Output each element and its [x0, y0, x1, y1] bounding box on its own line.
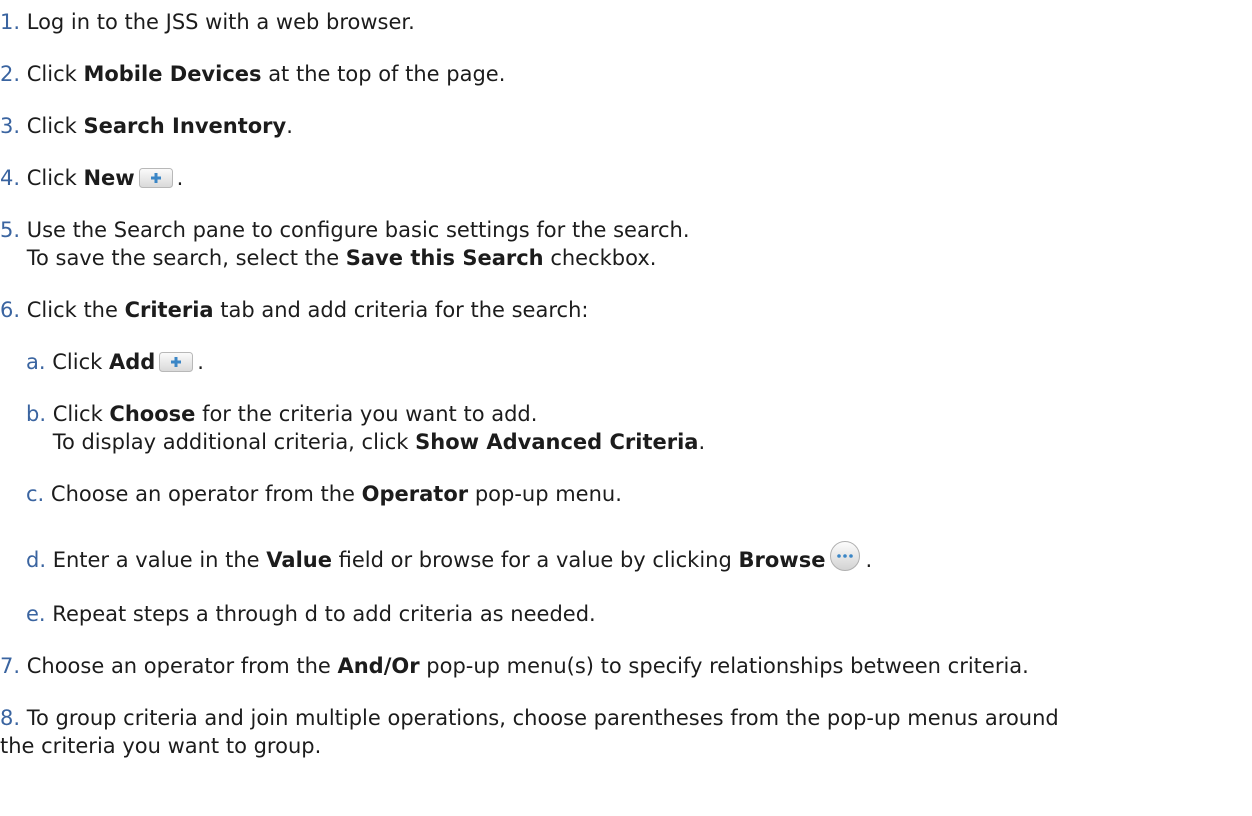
ellipsis-button-icon	[829, 540, 861, 572]
plus-button-icon	[138, 168, 173, 188]
step-text: Enter a value in the	[52, 548, 267, 572]
substep-c: c. Choose an operator from the Operator …	[26, 480, 622, 508]
step-5: 5. Use the Search pane to configure basi…	[0, 216, 690, 244]
step-text: at the top of the page.	[261, 62, 506, 86]
step-text: To group criteria and join multiple oper…	[26, 706, 1059, 730]
step-number: 8.	[0, 706, 21, 730]
step-text: field or browse for a value by clicking	[331, 548, 739, 572]
step-8-continuation: the criteria you want to group.	[0, 732, 321, 760]
step-text: tab and add criteria for the search:	[213, 298, 589, 322]
step-text: Click	[26, 166, 84, 190]
step-text: Click	[26, 62, 84, 86]
step-text: .	[197, 350, 204, 374]
step-2: 2. Click Mobile Devices at the top of th…	[0, 60, 505, 88]
step-text: Click	[26, 114, 84, 138]
step-text: checkbox.	[543, 246, 657, 270]
step-number: 7.	[0, 654, 21, 678]
step-4: 4. Click New.	[0, 164, 183, 192]
step-text: Use the Search pane to configure basic s…	[26, 218, 690, 242]
step-text: pop-up menu(s) to specify relationships …	[419, 654, 1029, 678]
step-1: 1. Log in to the JSS with a web browser.	[0, 8, 415, 36]
step-text: .	[176, 166, 184, 190]
ui-term: New	[83, 166, 135, 190]
step-6: 6. Click the Criteria tab and add criter…	[0, 296, 588, 324]
instructions-document: 1. Log in to the JSS with a web browser.…	[0, 0, 1252, 816]
substep-letter: e.	[26, 602, 46, 626]
step-text: for the criteria you want to add.	[195, 402, 538, 426]
step-text: Click	[52, 350, 109, 374]
step-text: Click the	[26, 298, 125, 322]
ui-term: Criteria	[124, 298, 214, 322]
step-text: Choose an operator from the	[50, 482, 362, 506]
step-3: 3. Click Search Inventory.	[0, 112, 293, 140]
ui-term: Browse	[738, 548, 826, 572]
step-number: 3.	[0, 114, 21, 138]
ui-term: Save this Search	[345, 246, 544, 270]
step-number: 1.	[0, 10, 21, 34]
ui-term: Mobile Devices	[83, 62, 262, 86]
substep-b-continuation: b. To display additional criteria, click…	[26, 428, 705, 456]
step-number: 6.	[0, 298, 21, 322]
ui-term: Add	[108, 350, 156, 374]
ui-term: Show Advanced Criteria	[415, 430, 699, 454]
ui-term: Choose	[109, 402, 196, 426]
substep-d: d. Enter a value in the Value field or b…	[26, 540, 872, 572]
step-text: .	[286, 114, 293, 138]
substep-letter: d.	[26, 548, 47, 572]
step-text: To display additional criteria, click	[52, 430, 416, 454]
step-text: Choose an operator from the	[26, 654, 338, 678]
step-text: To save the search, select the	[26, 246, 346, 270]
step-number: 5.	[0, 218, 21, 242]
plus-button-icon	[159, 352, 194, 372]
substep-b: b. Click Choose for the criteria you wan…	[26, 400, 537, 428]
step-text: .	[865, 548, 873, 572]
step-5-continuation: 5. To save the search, select the Save t…	[0, 244, 657, 272]
substep-a: a. Click Add.	[26, 348, 204, 376]
step-number: 4.	[0, 166, 21, 190]
step-text: the criteria you want to group.	[0, 734, 322, 758]
step-text: .	[698, 430, 706, 454]
ui-term: And/Or	[337, 654, 420, 678]
substep-letter: c.	[26, 482, 45, 506]
ui-term: Search Inventory	[83, 114, 287, 138]
step-text: Log in to the JSS with a web browser.	[26, 10, 415, 34]
step-7: 7. Choose an operator from the And/Or po…	[0, 652, 1029, 680]
step-text: Repeat steps a through d to add criteria…	[52, 602, 596, 626]
step-text: pop-up menu.	[468, 482, 622, 506]
step-8: 8. To group criteria and join multiple o…	[0, 704, 1059, 732]
step-text: Click	[52, 402, 110, 426]
substep-letter: a.	[26, 350, 46, 374]
substep-e: e. Repeat steps a through d to add crite…	[26, 600, 596, 628]
ui-term: Operator	[361, 482, 469, 506]
substep-letter: b.	[26, 402, 47, 426]
step-number: 2.	[0, 62, 21, 86]
ui-term: Value	[266, 548, 332, 572]
